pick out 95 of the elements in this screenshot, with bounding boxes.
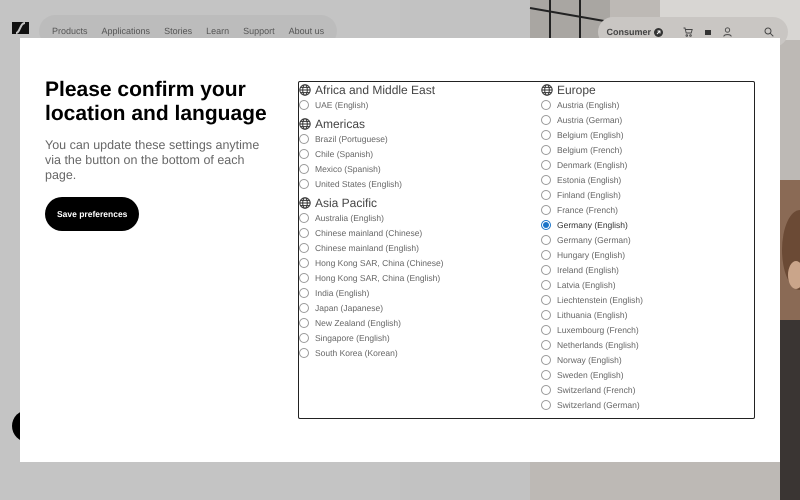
radio-button[interactable] [541, 354, 551, 364]
country-option[interactable]: Netherlands (English) [541, 337, 754, 352]
country-option[interactable]: New Zealand (English) [299, 315, 541, 330]
radio-button[interactable] [541, 174, 551, 184]
radio-button[interactable] [541, 400, 551, 410]
radio-button[interactable] [299, 242, 309, 252]
radio-button[interactable] [299, 348, 309, 358]
country-option[interactable]: Finland (English) [541, 187, 754, 202]
radio-button[interactable] [541, 340, 551, 350]
radio-button[interactable] [299, 302, 309, 312]
radio-button[interactable] [541, 130, 551, 140]
globe-icon [299, 84, 311, 96]
radio-button[interactable] [541, 234, 551, 244]
country-option[interactable]: Ireland (English) [541, 262, 754, 277]
radio-button[interactable] [541, 310, 551, 320]
radio-button[interactable] [299, 164, 309, 174]
country-option[interactable]: Luxembourg (French) [541, 322, 754, 337]
radio-button[interactable] [541, 114, 551, 124]
radio-button[interactable] [299, 258, 309, 268]
radio-button[interactable] [541, 324, 551, 334]
nav-link[interactable]: Products [52, 26, 88, 36]
cart-icon[interactable] [683, 27, 693, 37]
country-option[interactable]: Latvia (English) [541, 277, 754, 292]
radio-button[interactable] [299, 332, 309, 342]
country-option[interactable]: Norway (English) [541, 352, 754, 367]
country-option[interactable]: Chinese mainland (English) [299, 240, 541, 255]
country-option[interactable]: France (French) [541, 202, 754, 217]
radio-button[interactable] [299, 212, 309, 222]
country-option[interactable]: Mexico (Spanish) [299, 161, 541, 176]
search-icon[interactable] [764, 27, 774, 37]
country-option[interactable]: Austria (German) [541, 112, 754, 127]
country-option[interactable]: India (English) [299, 285, 541, 300]
country-option[interactable]: Brazil (Portuguese) [299, 131, 541, 146]
radio-button[interactable] [541, 294, 551, 304]
country-option[interactable]: Hong Kong SAR, China (English) [299, 270, 541, 285]
nav-link[interactable]: Applications [102, 26, 150, 36]
radio-button[interactable] [541, 384, 551, 394]
country-option[interactable]: UAE (English) [299, 97, 541, 112]
flag-icon[interactable] [705, 30, 711, 34]
country-option[interactable]: Germany (English) [541, 217, 754, 232]
radio-button[interactable] [541, 100, 551, 110]
country-option[interactable]: Chinese mainland (Chinese) [299, 225, 541, 240]
country-option[interactable]: Sweden (English) [541, 367, 754, 382]
nav-link[interactable]: Stories [164, 26, 192, 36]
country-option[interactable]: Belgium (French) [541, 142, 754, 157]
globe-icon [299, 196, 311, 208]
radio-button[interactable] [541, 160, 551, 170]
save-preferences-button[interactable]: Save preferences [45, 197, 140, 231]
country-option[interactable]: Singapore (English) [299, 330, 541, 345]
country-option[interactable]: Liechtenstein (English) [541, 292, 754, 307]
consumer-link[interactable]: Consumer [606, 27, 663, 37]
radio-button[interactable] [299, 228, 309, 238]
radio-button[interactable] [299, 272, 309, 282]
globe-icon [299, 118, 311, 130]
radio-button[interactable] [541, 190, 551, 200]
region-heading: Americas [315, 116, 366, 130]
region-heading: Africa and Middle East [315, 82, 436, 96]
logo-icon[interactable] [12, 22, 29, 34]
radio-button[interactable] [541, 250, 551, 260]
nav-link[interactable]: Learn [206, 26, 230, 36]
dialog-title: Please confirm your location and language [45, 78, 268, 126]
radio-button[interactable] [299, 318, 309, 328]
region-heading: Asia Pacific [315, 196, 378, 210]
radio-button[interactable] [299, 100, 309, 110]
radio-button[interactable] [541, 370, 551, 380]
radio-button[interactable] [541, 204, 551, 214]
region-heading: Europe [557, 82, 596, 96]
radio-button[interactable] [299, 134, 309, 144]
country-option[interactable]: Germany (German) [541, 232, 754, 247]
country-option[interactable]: United States (English) [299, 176, 541, 191]
globe-icon [541, 84, 553, 96]
radio-button[interactable] [541, 220, 551, 230]
country-option[interactable]: Switzerland (German) [541, 397, 754, 412]
user-icon[interactable] [723, 27, 732, 37]
radio-button[interactable] [541, 280, 551, 290]
radio-button[interactable] [541, 144, 551, 154]
country-option[interactable]: Lithuania (English) [541, 307, 754, 322]
country-option[interactable]: Japan (Japanese) [299, 300, 541, 315]
radio-button[interactable] [299, 288, 309, 298]
nav-link[interactable]: Support [243, 26, 275, 36]
country-option[interactable]: Belgium (English) [541, 127, 754, 142]
radio-button[interactable] [299, 148, 309, 158]
country-option[interactable]: Australia (English) [299, 210, 541, 225]
country-option[interactable]: Austria (English) [541, 97, 754, 112]
country-option[interactable]: Chile (Spanish) [299, 146, 541, 161]
country-option[interactable]: Hungary (English) [541, 247, 754, 262]
radio-button[interactable] [299, 178, 309, 188]
country-option[interactable]: South Korea (Korean) [299, 345, 541, 360]
nav-link[interactable]: About us [288, 26, 324, 36]
country-option[interactable]: Estonia (English) [541, 172, 754, 187]
country-option[interactable]: Switzerland (French) [541, 382, 754, 397]
radio-button[interactable] [541, 264, 551, 274]
country-option[interactable]: Denmark (English) [541, 157, 754, 172]
country-option[interactable]: Hong Kong SAR, China (Chinese) [299, 255, 541, 270]
dialog-description: You can update these settings anytime via the button on the bottom of each page. [45, 138, 260, 183]
